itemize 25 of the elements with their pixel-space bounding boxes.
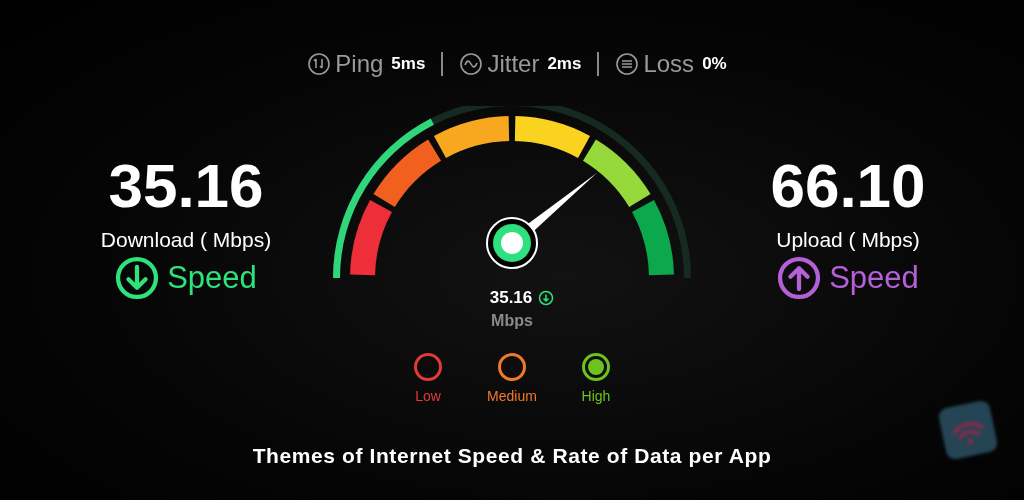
- stat-value: 2ms: [547, 54, 582, 74]
- upload-speed-label: Speed: [829, 260, 919, 296]
- legend-label: Medium: [487, 388, 537, 404]
- legend-radio[interactable]: [497, 352, 527, 382]
- stat-label: Jitter: [487, 50, 540, 78]
- stat-value: 5ms: [391, 54, 426, 74]
- upload-label: Upload ( Mbps): [776, 228, 920, 252]
- gauge-reading: 35.16: [489, 288, 533, 308]
- wave-icon: [459, 52, 484, 76]
- stat-label: Loss: [643, 50, 695, 78]
- upload-value: 66.10: [770, 150, 926, 222]
- stat-label: Ping: [335, 50, 384, 78]
- download-value: 35.16: [108, 150, 264, 222]
- download-speed-label: Speed: [167, 260, 257, 296]
- legend-radio[interactable]: [581, 352, 611, 382]
- caption: Themes of Internet Speed & Rate of Data per App: [251, 444, 773, 468]
- stat-value: 0%: [702, 54, 727, 74]
- lines-icon: [615, 52, 640, 76]
- legend-radio[interactable]: [413, 352, 443, 382]
- ping-icon: [307, 52, 332, 76]
- gauge-hub: [486, 217, 538, 269]
- legend-label: High: [581, 388, 611, 404]
- legend-label: Low: [415, 388, 441, 404]
- download-label: Download ( Mbps): [100, 228, 272, 252]
- gauge-unit: Mbps: [491, 312, 533, 330]
